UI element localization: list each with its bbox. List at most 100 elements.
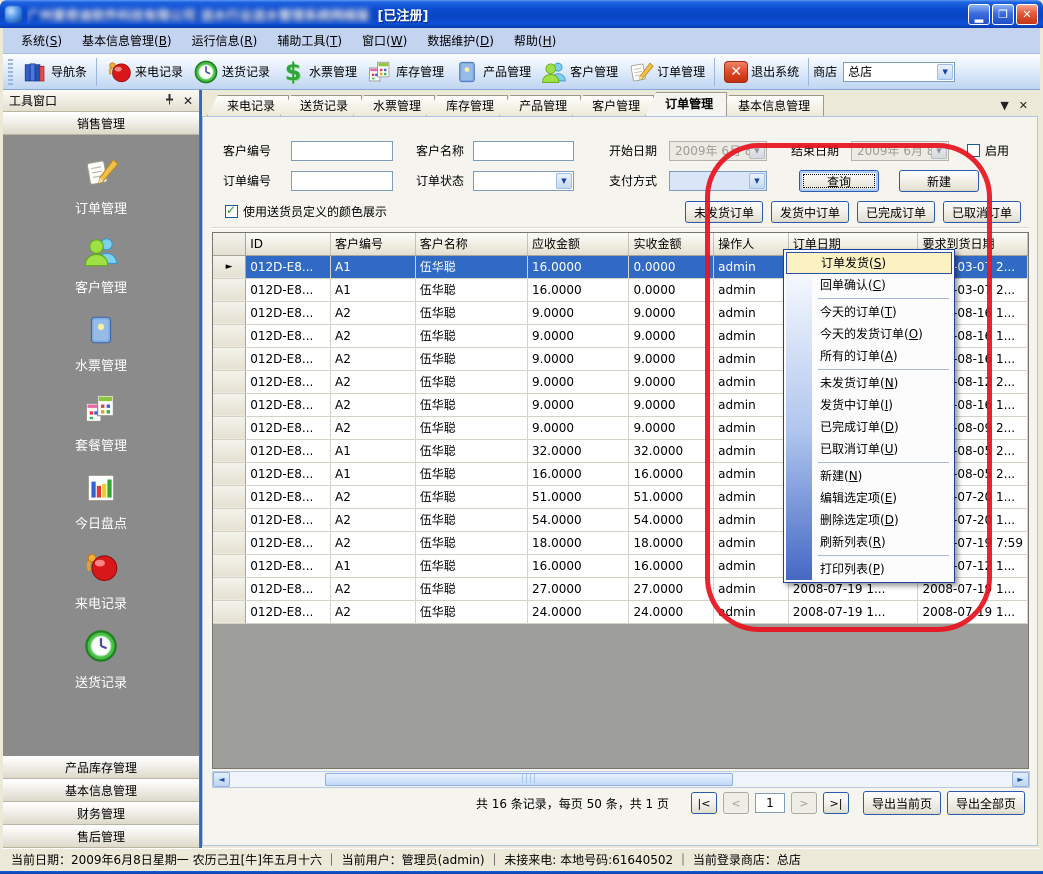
toolbar-button-orders[interactable]: 订单管理	[623, 57, 710, 87]
scroll-left-icon[interactable]: ◄	[213, 772, 230, 787]
toolbar-button-delivery-records[interactable]: 送货记录	[188, 57, 275, 87]
sidebar-group-product-inventory[interactable]: 产品库存管理	[3, 756, 199, 779]
sidebar-item-order-management[interactable]: 订单管理	[3, 146, 199, 225]
row-selector[interactable]	[213, 393, 246, 416]
order-status-filter-button[interactable]: 未发货订单	[685, 201, 763, 223]
context-menu-item[interactable]: 编辑选定项(E)	[786, 487, 952, 509]
chevron-down-icon[interactable]: ▼	[556, 173, 572, 189]
menu-item[interactable]: 帮助(H)	[504, 28, 566, 53]
context-menu-item[interactable]: 未发货订单(N)	[786, 372, 952, 394]
order-status-filter-button[interactable]: 发货中订单	[771, 201, 849, 223]
export-all-pages-button[interactable]: 导出全部页	[947, 791, 1025, 815]
shop-combobox[interactable]: 总店 ▼	[843, 62, 955, 82]
row-selector[interactable]	[213, 485, 246, 508]
next-page-button[interactable]: >	[791, 792, 817, 814]
row-selector[interactable]	[213, 462, 246, 485]
tab-item[interactable]: 水票管理	[353, 95, 435, 116]
scrollbar-thumb[interactable]	[325, 773, 733, 786]
row-selector[interactable]	[213, 301, 246, 324]
sidebar-item-package-management[interactable]: 套餐管理	[3, 383, 199, 462]
toolbar-button-exit[interactable]: ✕退出系统	[719, 59, 804, 85]
sidebar-group-basic-info[interactable]: 基本信息管理	[3, 779, 199, 802]
menu-item[interactable]: 数据维护(D)	[417, 28, 504, 53]
tab-item[interactable]: 来电记录	[207, 95, 289, 116]
delivery-color-checkbox[interactable]	[225, 205, 238, 218]
row-selector[interactable]	[213, 577, 246, 600]
last-page-button[interactable]: >|	[823, 792, 849, 814]
page-number-input[interactable]	[755, 793, 785, 813]
tab-item[interactable]: 送货记录	[280, 95, 362, 116]
end-date-picker[interactable]: 2009年 6月 8日 ▼	[851, 141, 949, 161]
start-date-picker[interactable]: 2009年 6月 8日 ▼	[669, 141, 767, 161]
sidebar-group-after-sales[interactable]: 售后管理	[3, 825, 199, 848]
menu-item[interactable]: 系统(S)	[11, 28, 72, 53]
context-menu-item[interactable]: 发货中订单(I)	[786, 394, 952, 416]
toolbar-button-products[interactable]: 产品管理	[449, 57, 536, 87]
sidebar-item-call-records[interactable]: 来电记录	[3, 541, 199, 620]
context-menu-item[interactable]: 今天的发货订单(O)	[786, 323, 952, 345]
table-row[interactable]: 012D-E8...A2伍华聪24.000024.0000admin2008-0…	[213, 600, 1028, 623]
toolbar-grip-icon[interactable]	[8, 59, 13, 85]
payment-method-combobox[interactable]: ▼	[669, 171, 767, 191]
context-menu-item[interactable]: 新建(N)	[786, 465, 952, 487]
column-header[interactable]: ID	[246, 233, 331, 255]
column-header[interactable]: 客户名称	[415, 233, 527, 255]
new-button[interactable]: 新建	[899, 170, 979, 192]
context-menu-item[interactable]: 打印列表(P)	[786, 558, 952, 580]
row-selector[interactable]	[213, 554, 246, 577]
row-selector[interactable]	[213, 600, 246, 623]
context-menu-item[interactable]: 刷新列表(R)	[786, 531, 952, 553]
menu-item[interactable]: 窗口(W)	[352, 28, 417, 53]
tab-close-icon[interactable]: ✕	[1019, 99, 1028, 112]
minimize-button[interactable]: ▂	[968, 4, 990, 25]
context-menu-item[interactable]: 删除选定项(D)	[786, 509, 952, 531]
context-menu-item[interactable]: 已完成订单(D)	[786, 416, 952, 438]
tab-item[interactable]: 客户管理	[572, 95, 654, 116]
toolbar-button-customers[interactable]: 客户管理	[536, 57, 623, 87]
row-selector[interactable]	[213, 278, 246, 301]
row-selector[interactable]	[213, 531, 246, 554]
prev-page-button[interactable]: <	[723, 792, 749, 814]
enable-checkbox[interactable]	[967, 144, 980, 157]
tab-list-dropdown-icon[interactable]: ▼	[1000, 99, 1008, 112]
sidebar-item-today-inventory[interactable]: 今日盘点	[3, 462, 199, 541]
row-selector[interactable]	[213, 508, 246, 531]
order-no-input[interactable]	[291, 171, 393, 191]
context-menu-item[interactable]: 已取消订单(U)	[786, 438, 952, 460]
export-current-page-button[interactable]: 导出当前页	[863, 791, 941, 815]
row-selector-header[interactable]	[213, 233, 246, 255]
toolbar-button-water-tickets[interactable]: $水票管理	[275, 57, 362, 87]
menu-item[interactable]: 运行信息(R)	[182, 28, 268, 53]
sidebar-item-customer-management[interactable]: 客户管理	[3, 225, 199, 304]
column-header[interactable]: 实收金额	[629, 233, 714, 255]
close-button[interactable]: ✕	[1016, 4, 1038, 25]
toolbar-button-inventory[interactable]: 库存管理	[362, 57, 449, 87]
horizontal-scrollbar[interactable]: ◄ ►	[212, 771, 1030, 788]
row-selector[interactable]	[213, 347, 246, 370]
customer-no-input[interactable]	[291, 141, 393, 161]
order-status-filter-button[interactable]: 已取消订单	[943, 201, 1021, 223]
toolbar-button-call-records[interactable]: 来电记录	[101, 57, 188, 87]
tab-item[interactable]: 基本信息管理	[718, 95, 824, 116]
column-header[interactable]: 应收金额	[528, 233, 629, 255]
order-status-filter-button[interactable]: 已完成订单	[857, 201, 935, 223]
tab-item[interactable]: 库存管理	[426, 95, 508, 116]
row-selector[interactable]	[213, 439, 246, 462]
row-selector[interactable]: ►	[213, 255, 246, 278]
sidebar-group-sales[interactable]: 销售管理	[3, 112, 199, 135]
close-icon[interactable]: ✕	[183, 94, 193, 108]
row-selector[interactable]	[213, 416, 246, 439]
menu-item[interactable]: 基本信息管理(B)	[72, 28, 182, 53]
sidebar-item-water-ticket-management[interactable]: 水票管理	[3, 304, 199, 383]
chevron-down-icon[interactable]: ▼	[937, 64, 953, 80]
context-menu-item[interactable]: 回单确认(C)	[786, 274, 952, 296]
toolbar-button-navigator[interactable]: 导航条	[17, 57, 92, 87]
query-button[interactable]: 查询	[799, 170, 879, 192]
pin-icon[interactable]	[164, 93, 175, 108]
column-header[interactable]: 操作人	[714, 233, 789, 255]
context-menu-item[interactable]: 今天的订单(T)	[786, 301, 952, 323]
scroll-right-icon[interactable]: ►	[1012, 772, 1029, 787]
customer-name-input[interactable]	[473, 141, 574, 161]
row-selector[interactable]	[213, 324, 246, 347]
context-menu-item[interactable]: 所有的订单(A)	[786, 345, 952, 367]
